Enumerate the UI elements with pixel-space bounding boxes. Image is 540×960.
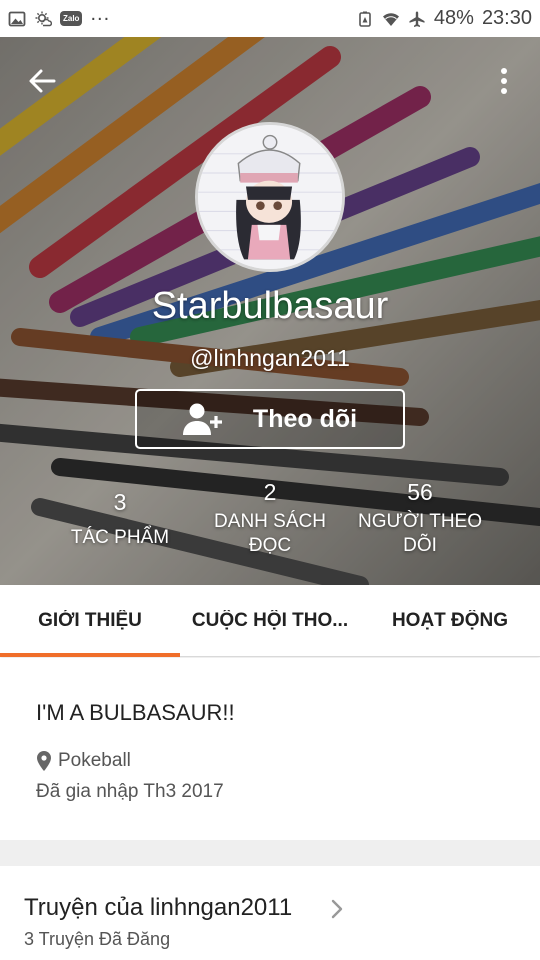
stat-reading-lists-value: 2 bbox=[263, 479, 277, 505]
bio-text: I'M A BULBASAUR!! bbox=[36, 700, 235, 725]
wifi-icon bbox=[382, 10, 400, 28]
profile-header: Starbulbasaur @linhngan2011 Theo dõi 3 T… bbox=[0, 37, 540, 585]
about-section: I'M A BULBASAUR!! Pokeball Đã gia nhập T… bbox=[0, 658, 540, 840]
stat-reading-lists[interactable]: 2 DANH SÁCH ĐỌC bbox=[200, 479, 340, 558]
display-name: Starbulbasaur bbox=[151, 285, 389, 327]
stories-count: 3 Truyện Đã Đăng bbox=[24, 929, 171, 949]
back-button[interactable] bbox=[22, 61, 62, 101]
tab-activity[interactable]: HOẠT ĐỘNG bbox=[360, 585, 540, 657]
gallery-icon bbox=[8, 10, 26, 28]
status-bar: Zalo ... 48% 23:30 bbox=[0, 0, 540, 37]
joined-date: Đã gia nhập Th3 2017 bbox=[36, 781, 224, 802]
profile-tabs: GIỚI THIỆU CUỘC HỘI THO... HOẠT ĐỘNG bbox=[0, 585, 540, 657]
weather-icon bbox=[34, 10, 52, 28]
clock: 23:30 bbox=[481, 7, 532, 29]
stories-section[interactable]: Truyện của linhngan2011 3 Truyện Đã Đăng bbox=[0, 866, 540, 960]
battery-percent: 48% bbox=[433, 7, 474, 29]
tab-activity-label: HOẠT ĐỘNG bbox=[391, 610, 509, 631]
stat-followers-value: 56 bbox=[407, 479, 433, 505]
stat-works-label: TÁC PHẨM bbox=[70, 527, 170, 548]
location-text: Pokeball bbox=[58, 750, 131, 771]
follow-button[interactable]: Theo dõi bbox=[135, 389, 405, 449]
status-bar-left: Zalo ... bbox=[8, 3, 110, 28]
tab-about-label: GIỚI THIỆU bbox=[38, 610, 142, 631]
avatar[interactable] bbox=[195, 122, 345, 272]
avatar-image bbox=[198, 125, 342, 269]
profile-stats: 3 TÁC PHẨM 2 DANH SÁCH ĐỌC 56 NGƯỜI THEO… bbox=[0, 477, 540, 577]
tab-conversations[interactable]: CUỘC HỘI THO... bbox=[180, 585, 360, 657]
stat-followers-label: NGƯỜI THEO DÕI bbox=[357, 511, 482, 556]
tab-conversations-label: CUỘC HỘI THO... bbox=[191, 610, 349, 631]
stat-reading-lists-label: DANH SÁCH ĐỌC bbox=[214, 511, 326, 556]
back-arrow-icon bbox=[29, 69, 56, 93]
stories-title: Truyện của linhngan2011 bbox=[24, 894, 293, 921]
battery-saver-icon bbox=[356, 10, 374, 28]
stat-works[interactable]: 3 TÁC PHẨM bbox=[55, 489, 185, 550]
section-divider bbox=[0, 840, 540, 866]
location-row: Pokeball bbox=[36, 750, 131, 772]
zalo-icon: Zalo bbox=[60, 11, 83, 26]
status-bar-right: 48% 23:30 bbox=[356, 7, 532, 30]
stat-works-value: 3 bbox=[113, 489, 127, 515]
more-vertical-icon bbox=[501, 68, 507, 94]
tab-about[interactable]: GIỚI THIỆU bbox=[0, 585, 180, 657]
chevron-right-icon bbox=[331, 899, 343, 919]
location-pin-icon bbox=[37, 751, 51, 771]
username: @linhngan2011 bbox=[190, 345, 350, 371]
follow-button-label: Theo dõi bbox=[252, 404, 358, 433]
add-user-icon bbox=[182, 402, 223, 436]
status-more-indicator: ... bbox=[90, 3, 111, 25]
stat-followers[interactable]: 56 NGƯỜI THEO DÕI bbox=[355, 479, 485, 558]
airplane-icon bbox=[408, 10, 426, 28]
more-options-button[interactable] bbox=[484, 61, 524, 101]
